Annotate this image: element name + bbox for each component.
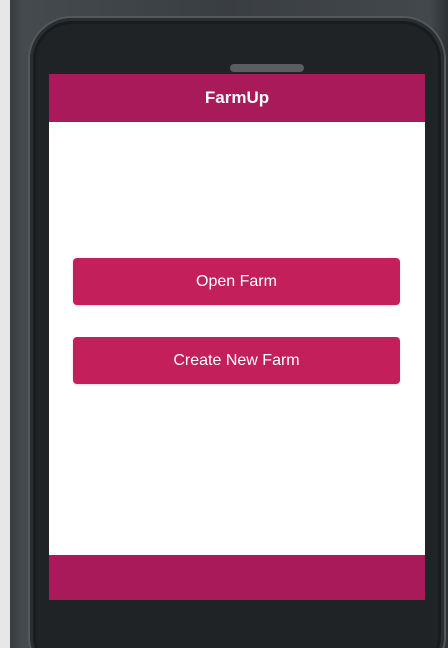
app-header: FarmUp bbox=[49, 74, 425, 122]
window-edge bbox=[0, 0, 10, 648]
open-farm-button[interactable]: Open Farm bbox=[73, 258, 400, 305]
app-title: FarmUp bbox=[204, 88, 270, 107]
create-new-farm-button[interactable]: Create New Farm bbox=[73, 337, 400, 384]
app-footer bbox=[49, 555, 425, 600]
app-screen: FarmUp Open Farm Create New Farm bbox=[49, 74, 425, 600]
simulator-window: FarmUp Open Farm Create New Farm bbox=[0, 0, 448, 648]
speaker-grille bbox=[230, 64, 304, 72]
